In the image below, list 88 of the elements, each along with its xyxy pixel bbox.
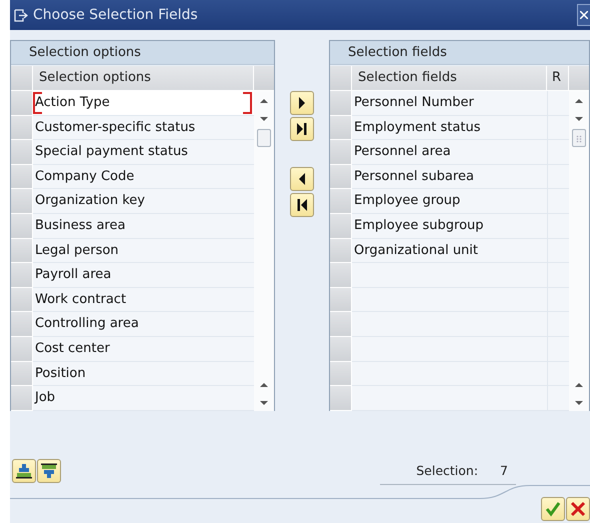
stack-up-icon (16, 463, 32, 479)
row-selector[interactable] (11, 336, 33, 362)
field-name[interactable]: Business area (33, 214, 254, 239)
row-selector[interactable] (330, 288, 352, 312)
row-selector[interactable] (330, 164, 352, 190)
skip-start-icon (297, 199, 307, 211)
move-up-button[interactable] (12, 459, 36, 483)
row-selector[interactable] (11, 91, 33, 116)
scroll-corner (569, 66, 589, 91)
row-selector[interactable] (11, 312, 33, 337)
close-icon[interactable] (577, 4, 590, 26)
scrollbar[interactable] (254, 91, 274, 411)
field-name[interactable]: Personnel subarea (352, 164, 547, 190)
row-selector[interactable] (11, 238, 33, 264)
window-title: Choose Selection Fields (33, 7, 199, 23)
field-name[interactable]: Employee group (352, 189, 547, 214)
scroll-down-icon[interactable] (574, 116, 584, 122)
field-name[interactable]: Company Code (33, 164, 254, 190)
row-selector[interactable] (11, 386, 33, 411)
field-name[interactable]: Legal person (33, 238, 254, 264)
column-header[interactable]: Selection fields (352, 66, 547, 91)
column-header[interactable]: Selection options (33, 66, 254, 91)
row-selector[interactable] (330, 386, 352, 411)
field-name[interactable]: Controlling area (33, 312, 254, 337)
scroll-down-icon[interactable] (259, 116, 269, 122)
scrollbar[interactable] (569, 91, 589, 411)
scroll-thumb[interactable] (572, 129, 586, 147)
field-name[interactable]: Special payment status (33, 140, 254, 165)
field-name[interactable]: Organizational unit (352, 238, 547, 264)
field-name[interactable]: Employment status (352, 116, 547, 140)
scroll-up-icon[interactable] (574, 382, 584, 388)
triangle-right-icon (298, 97, 306, 109)
field-name[interactable]: Employee subgroup (352, 214, 547, 239)
triangle-left-icon (298, 173, 306, 185)
remove-button[interactable] (290, 167, 314, 191)
row-selector[interactable] (11, 288, 33, 312)
row-selector[interactable] (330, 362, 352, 386)
select-all-cell[interactable] (11, 66, 33, 91)
scroll-down-icon[interactable] (574, 400, 584, 406)
panel-title: Selection options (11, 41, 274, 65)
row-selector[interactable] (11, 164, 33, 190)
remove-all-button[interactable] (290, 193, 314, 217)
row-selector[interactable] (330, 263, 352, 288)
checkmark-icon (545, 501, 561, 517)
add-button[interactable] (290, 91, 314, 115)
selection-label: Selection: (416, 463, 478, 478)
scroll-up-icon[interactable] (574, 98, 584, 104)
confirm-button[interactable] (541, 497, 565, 521)
field-name[interactable]: Job (33, 386, 254, 411)
row-selector[interactable] (330, 238, 352, 264)
row-selector[interactable] (330, 189, 352, 214)
row-selector[interactable] (330, 336, 352, 362)
scroll-up-icon[interactable] (259, 382, 269, 388)
row-selector[interactable] (11, 214, 33, 239)
scroll-up-icon[interactable] (259, 98, 269, 104)
row-selector[interactable] (11, 263, 33, 288)
row-selector[interactable] (11, 116, 33, 140)
row-selector[interactable] (330, 91, 352, 116)
row-selector[interactable] (11, 140, 33, 165)
field-name[interactable]: Action Type (33, 91, 254, 116)
row-selector[interactable] (330, 214, 352, 239)
row-selector[interactable] (330, 140, 352, 165)
add-all-button[interactable] (290, 117, 314, 141)
field-name[interactable]: Personnel area (352, 140, 547, 165)
select-all-cell[interactable] (330, 66, 352, 91)
field-name[interactable]: Position (33, 362, 254, 386)
selection-count: 7 (500, 463, 508, 478)
scroll-thumb[interactable] (257, 129, 271, 147)
move-down-button[interactable] (37, 459, 61, 483)
cancel-button[interactable] (566, 497, 590, 521)
field-name[interactable]: Personnel Number (352, 91, 547, 116)
field-name[interactable]: Payroll area (33, 263, 254, 288)
scroll-corner (254, 66, 274, 91)
field-name[interactable]: Work contract (33, 288, 254, 312)
field-name[interactable]: Customer-specific status (33, 116, 254, 140)
row-selector[interactable] (330, 116, 352, 140)
row-selector[interactable] (11, 189, 33, 214)
stack-down-icon (41, 463, 57, 479)
row-selector[interactable] (11, 362, 33, 386)
field-name[interactable]: Cost center (33, 336, 254, 362)
scroll-down-icon[interactable] (259, 400, 269, 406)
cross-icon (570, 501, 586, 517)
column-header[interactable]: R (547, 66, 569, 91)
panel-title: Selection fields (330, 41, 589, 65)
dialog-icon (14, 8, 28, 22)
row-selector[interactable] (330, 312, 352, 337)
field-name[interactable]: Organization key (33, 189, 254, 214)
skip-end-icon (297, 123, 307, 135)
